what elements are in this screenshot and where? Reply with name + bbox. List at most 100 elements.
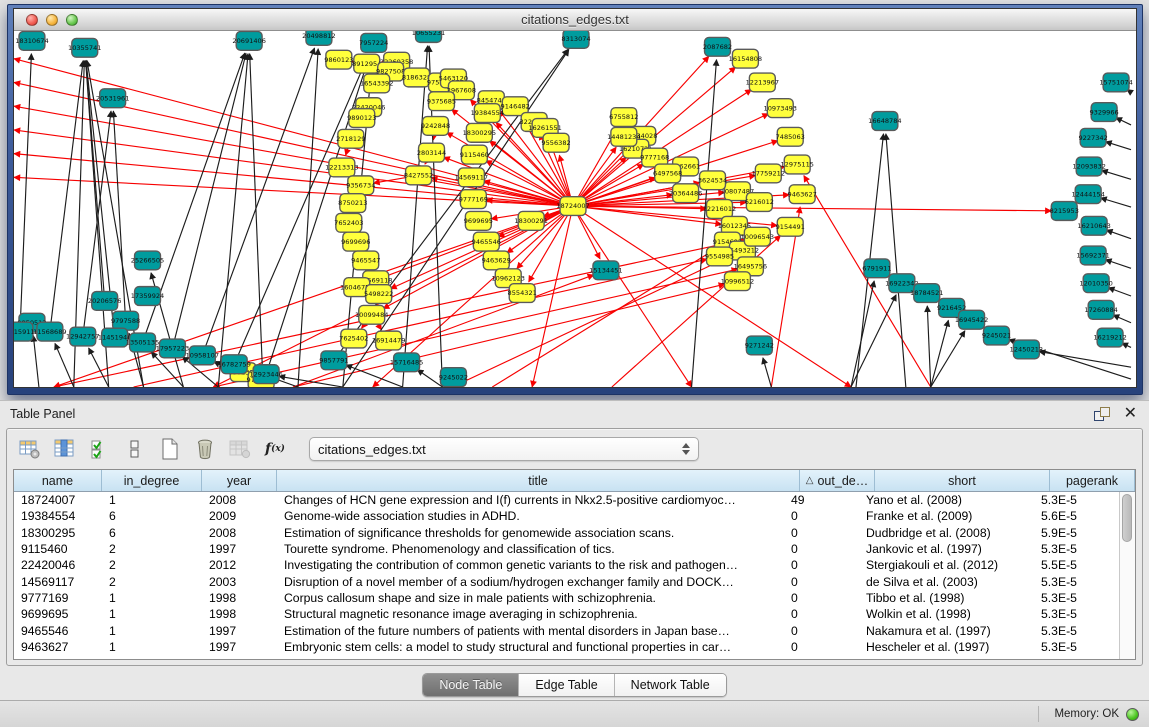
graph-node[interactable]: 20498812 [302, 31, 335, 45]
graph-node[interactable]: 15716485 [390, 353, 423, 372]
graph-node[interactable]: 10355741 [68, 38, 101, 57]
graph-node[interactable]: 11568689 [33, 322, 66, 341]
graph-node[interactable]: 12213313 [325, 158, 358, 177]
graph-node[interactable]: 17957223 [156, 339, 189, 358]
graph-node[interactable]: 2718129 [336, 129, 365, 148]
table-row[interactable]: 977716911998Corpus callosum shape and si… [14, 590, 1119, 606]
graph-node[interactable]: 9699696 [341, 232, 370, 251]
tab-node-table[interactable]: Node Table [423, 674, 519, 696]
graph-node[interactable]: 12942757 [66, 327, 99, 346]
graph-node[interactable]: 10958107 [186, 346, 219, 365]
graph-node[interactable]: 16210643 [1077, 216, 1110, 235]
column-header-year[interactable]: year [202, 470, 277, 491]
table-row[interactable]: 911546021997Tourette syndrome. Phenomeno… [14, 541, 1119, 557]
select-rows-button[interactable] [87, 436, 113, 462]
new-column-button[interactable] [157, 436, 183, 462]
graph-node[interactable]: 9329966 [1089, 103, 1118, 122]
graph-node[interactable]: 18784521 [910, 284, 943, 303]
graph-node[interactable]: 14569117 [455, 168, 488, 187]
float-window-icon[interactable] [1094, 407, 1110, 421]
column-header-short[interactable]: short [875, 470, 1050, 491]
column-header-pagerank[interactable]: pagerank [1050, 470, 1135, 491]
graph-node[interactable]: 18310674 [15, 31, 48, 50]
graph-node[interactable]: 9245021 [982, 326, 1011, 345]
close-panel-icon[interactable]: ✕ [1124, 407, 1137, 421]
graph-node[interactable]: 8554321 [508, 284, 537, 303]
graph-node[interactable]: 9115460 [460, 145, 489, 164]
graph-node[interactable]: 9797588 [111, 311, 140, 330]
graph-node[interactable]: 12975115 [780, 155, 813, 174]
graph-node[interactable]: 6755812 [609, 108, 638, 127]
graph-node[interactable]: 9554985 [705, 247, 734, 266]
graph-node[interactable]: 20531961 [96, 89, 129, 108]
graph-node[interactable]: 20691406 [232, 31, 265, 50]
graph-node[interactable]: 7625402 [339, 329, 368, 348]
graph-node[interactable]: 9890123 [347, 109, 376, 128]
graph-node[interactable]: 17759212 [752, 164, 785, 183]
graph-node[interactable]: 7485063 [776, 127, 805, 146]
table-row[interactable]: 1872400712008Changes of HCN gene express… [14, 492, 1119, 508]
graph-node[interactable]: 25266505 [131, 251, 164, 270]
graph-node[interactable]: 15692371 [1076, 246, 1109, 265]
graph-node[interactable]: 20364486 [669, 184, 702, 203]
graph-node[interactable]: 20206576 [88, 292, 121, 311]
graph-node[interactable]: 8427552 [404, 166, 433, 185]
table-row[interactable]: 946554611997Estimation of the future num… [14, 622, 1119, 638]
graph-node[interactable]: 10973493 [764, 99, 797, 118]
graph-node[interactable]: 10096543 [741, 227, 774, 246]
function-builder-button[interactable]: f(x) [262, 436, 288, 462]
graph-node[interactable]: 9463629 [482, 251, 511, 270]
graph-node[interactable]: 9463627 [788, 185, 817, 204]
graph-node[interactable]: 2087682 [703, 37, 732, 56]
graph-node[interactable]: 16945422 [955, 310, 988, 329]
graph-node[interactable]: 2803144 [417, 143, 446, 162]
graph-node[interactable]: 16782759 [217, 355, 250, 374]
graph-node[interactable]: 6497568 [653, 164, 682, 183]
graph-node[interactable]: 16648784 [868, 112, 901, 131]
table-row[interactable]: 1938455462009Genome-wide association stu… [14, 508, 1119, 524]
graph-node[interactable]: 10996512 [721, 272, 754, 291]
graph-node[interactable]: 16914479 [372, 331, 405, 350]
graph-node[interactable]: 9245022 [439, 368, 468, 387]
table-row[interactable]: 1456911722003Disruption of a novel membe… [14, 573, 1119, 589]
graph-node[interactable]: 12444154 [1071, 185, 1104, 204]
graph-node[interactable]: 18724007 [556, 197, 589, 216]
graph-node[interactable]: 5498222 [364, 285, 393, 304]
graph-node[interactable]: 18300291 [514, 211, 547, 230]
graph-node[interactable]: 9242848 [421, 117, 450, 136]
graph-node[interactable]: 15751074 [1099, 73, 1132, 92]
graph-node[interactable]: 13505135 [126, 333, 159, 352]
graph-node[interactable]: 9699695 [464, 211, 493, 230]
table-scrollbar[interactable] [1119, 492, 1135, 659]
graph-node[interactable]: 17359924 [131, 287, 164, 306]
graph-node[interactable]: 8750213 [338, 194, 367, 213]
graph-node[interactable]: 18300295 [463, 123, 496, 142]
show-columns-button[interactable] [52, 436, 78, 462]
graph-node[interactable]: 14481234 [607, 127, 640, 146]
scrollbar-thumb[interactable] [1122, 494, 1132, 542]
graph-node[interactable]: 9860123 [324, 50, 353, 69]
column-header-in-degree[interactable]: in_degree [102, 470, 202, 491]
graph-node[interactable]: 12213967 [746, 73, 779, 92]
network-canvas[interactable]: 1872400798601238912954222603589827508165… [14, 31, 1136, 387]
graph-node[interactable]: 9857791 [319, 351, 348, 370]
table-row[interactable]: 1830029562008Estimation of significance … [14, 525, 1119, 541]
graph-node[interactable]: 16219212 [1093, 328, 1126, 347]
graph-node[interactable]: 9356734 [346, 176, 375, 195]
graph-node[interactable]: 3624534 [698, 171, 727, 190]
column-header-name[interactable]: name [14, 470, 102, 491]
citation-graph[interactable]: 1872400798601238912954222603589827508165… [14, 31, 1136, 387]
row-height-button[interactable] [122, 436, 148, 462]
graph-node[interactable]: 12093832 [1072, 157, 1105, 176]
table-mode-button[interactable] [17, 436, 43, 462]
graph-node[interactable]: 16543392 [360, 74, 393, 93]
graph-node[interactable]: 12450212 [1010, 340, 1043, 359]
graph-node[interactable]: 10655231 [412, 31, 445, 42]
graph-node[interactable]: 8313074 [561, 31, 590, 48]
graph-node[interactable]: 6216012 [745, 193, 774, 212]
graph-node[interactable]: 7652403 [334, 213, 363, 232]
table-selector-dropdown[interactable]: citations_edges.txt [309, 437, 699, 461]
graph-node[interactable]: 9465546 [472, 232, 501, 251]
graph-node[interactable]: 8215953 [1050, 202, 1079, 221]
graph-node[interactable]: 9271242 [745, 336, 774, 355]
